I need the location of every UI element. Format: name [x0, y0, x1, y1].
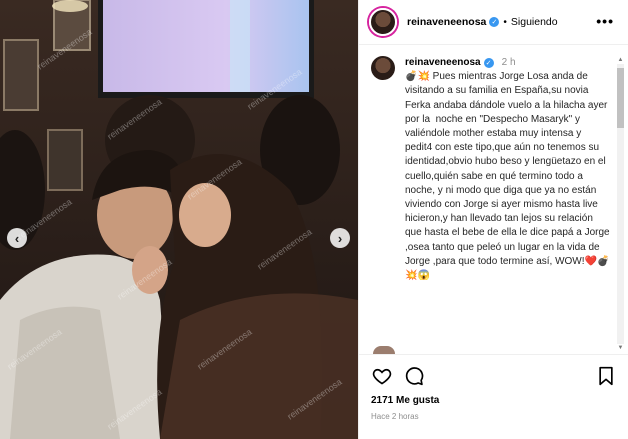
- photo-nightclub-couple: reinaveneenosa reinaveneenosa reinavenee…: [0, 0, 358, 439]
- caption-section: reinaveneenosa ✓ 2 h 💣💥 Pues mientras Jo…: [359, 46, 628, 350]
- scroll-down-icon[interactable]: ▼: [617, 344, 624, 352]
- separator-dot: •: [503, 16, 507, 28]
- post-sidebar: reinaveneenosa ✓ • Siguiendo ••• reinave…: [358, 0, 628, 439]
- caption-header: reinaveneenosa ✓ 2 h: [405, 56, 610, 70]
- caption-row: reinaveneenosa ✓ 2 h 💣💥 Pues mientras Jo…: [371, 56, 613, 283]
- avatar[interactable]: [369, 8, 397, 36]
- post-header: reinaveneenosa ✓ • Siguiendo •••: [359, 0, 628, 45]
- scrollbar-thumb[interactable]: [617, 68, 624, 128]
- caption-username[interactable]: reinaveneenosa: [405, 56, 481, 70]
- post-timestamp[interactable]: Hace 2 horas: [371, 412, 617, 421]
- post-media[interactable]: reinaveneenosa reinaveneenosa reinavenee…: [0, 0, 358, 439]
- caption-avatar[interactable]: [371, 56, 395, 80]
- comment-avatar[interactable]: [373, 346, 395, 354]
- verified-badge-icon: ✓: [489, 17, 500, 27]
- verified-badge-icon: ✓: [483, 58, 494, 69]
- chevron-right-icon[interactable]: ›: [330, 228, 350, 248]
- chevron-left-icon[interactable]: ‹: [7, 228, 27, 248]
- caption-body: reinaveneenosa ✓ 2 h 💣💥 Pues mientras Jo…: [405, 56, 610, 283]
- scroll-up-icon[interactable]: ▲: [617, 56, 624, 64]
- comment-icon[interactable]: [403, 365, 425, 387]
- bookmark-icon[interactable]: [595, 365, 617, 387]
- heart-icon[interactable]: [371, 365, 393, 387]
- caption-scrollbar[interactable]: ▲ ▼: [617, 56, 624, 354]
- likes-count[interactable]: 2171 Me gusta: [371, 395, 617, 406]
- header-username[interactable]: reinaveneenosa: [407, 16, 486, 28]
- following-button[interactable]: Siguiendo: [511, 16, 558, 28]
- more-options-icon[interactable]: •••: [596, 14, 614, 28]
- caption-time[interactable]: 2 h: [502, 56, 516, 70]
- action-bar: [371, 365, 617, 387]
- caption-text: 💣💥 Pues mientras Jorge Losa anda de visi…: [405, 71, 613, 282]
- post-actions: 2171 Me gusta Hace 2 horas: [359, 354, 628, 439]
- scrollbar-track[interactable]: [617, 64, 624, 344]
